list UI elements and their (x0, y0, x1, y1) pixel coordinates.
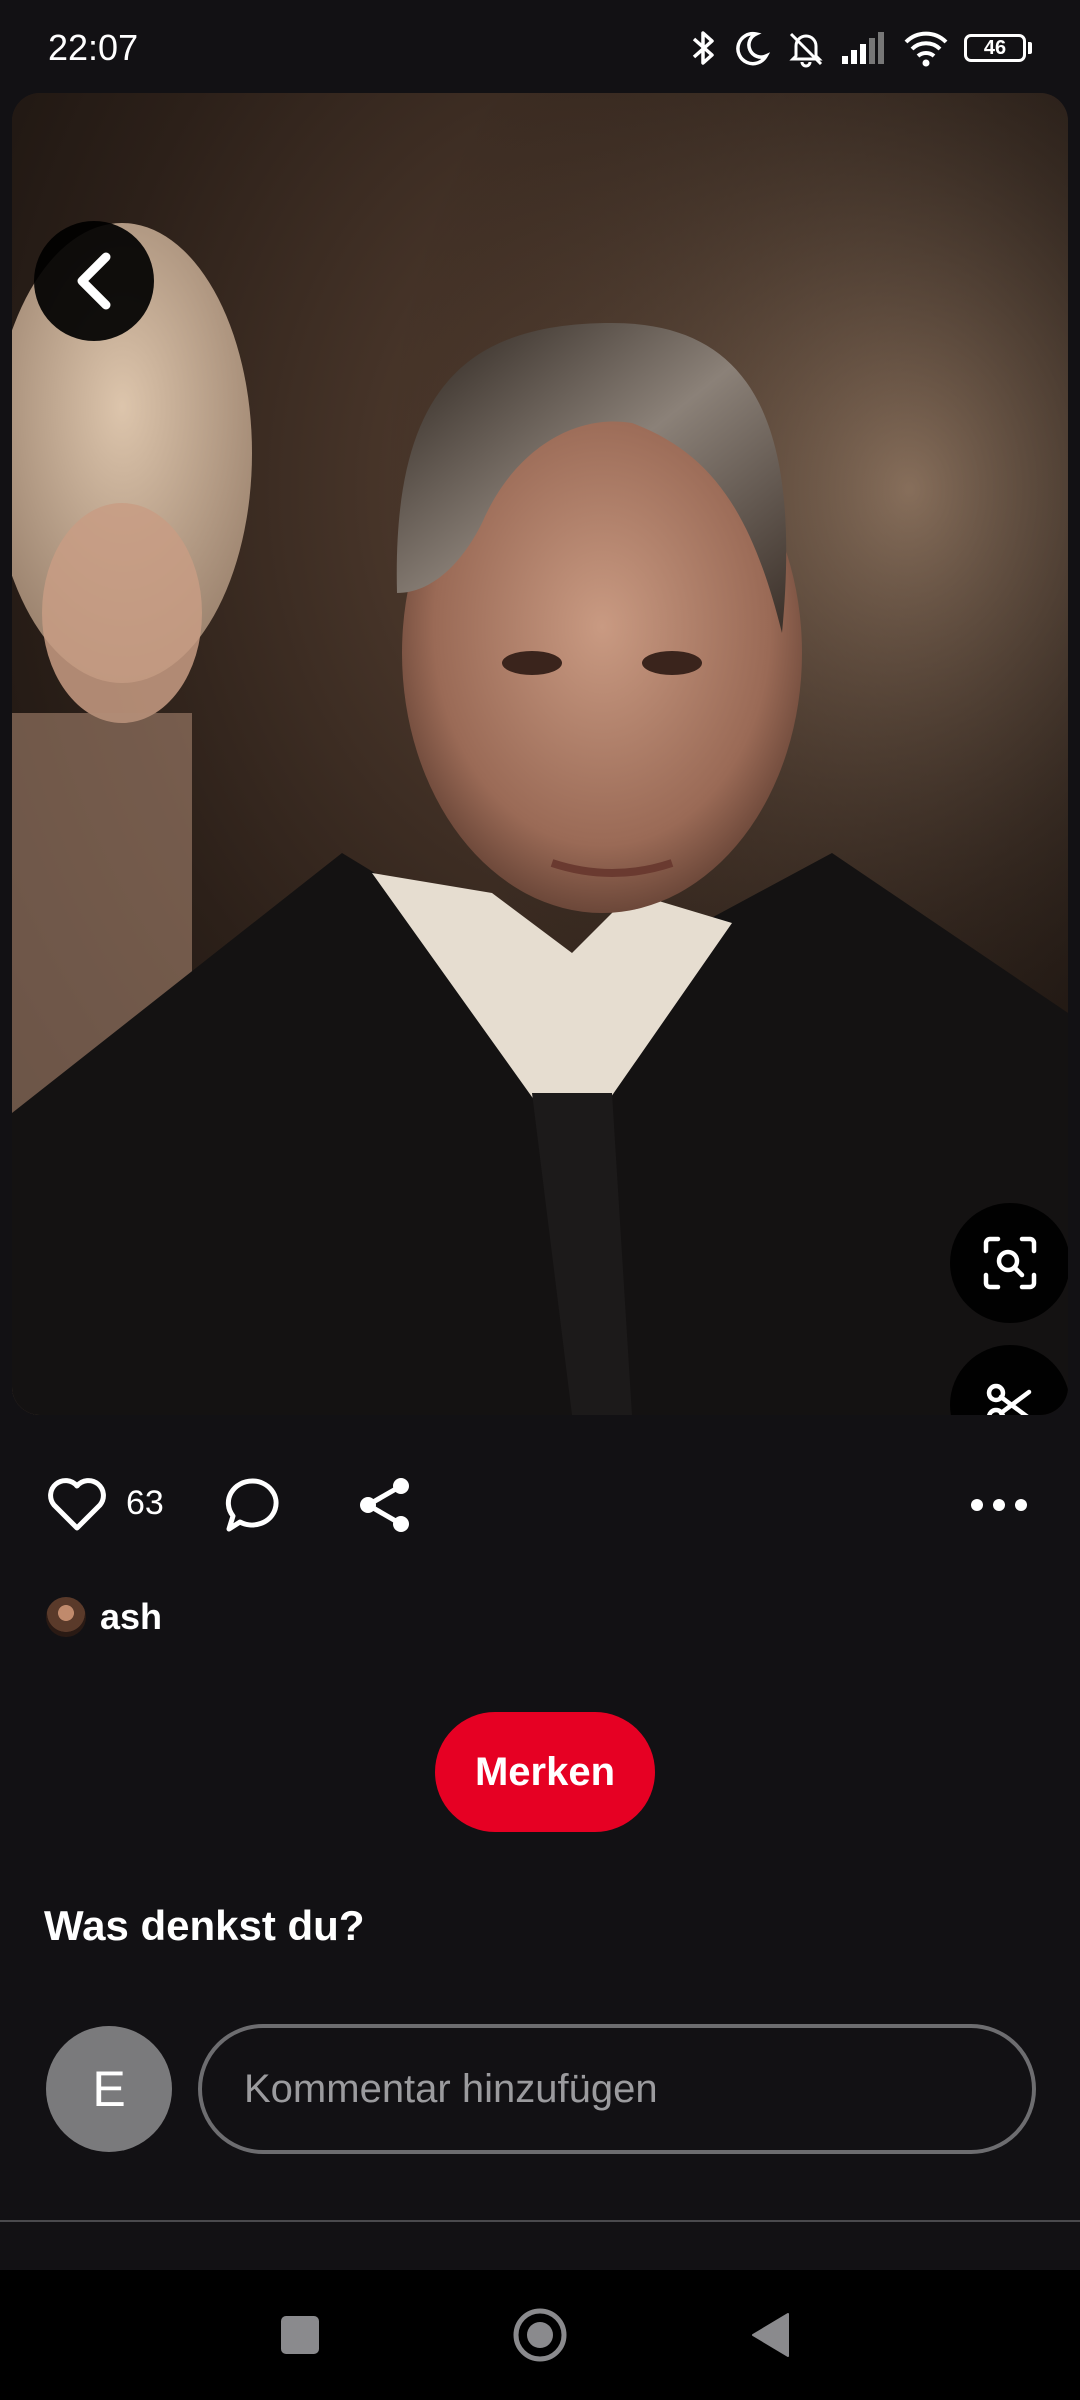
like-button[interactable] (44, 1460, 110, 1550)
author-name: ash (100, 1596, 163, 1637)
bluetooth-icon (692, 31, 714, 65)
portrait-image (12, 93, 1068, 1415)
comment-input-field[interactable] (198, 2024, 1036, 2154)
speech-bubble-icon (225, 1478, 279, 1532)
back-button[interactable] (34, 221, 154, 341)
visual-search-button[interactable] (950, 1203, 1068, 1323)
triangle-back-icon (752, 2313, 789, 2357)
comment-input[interactable] (242, 2065, 1006, 2113)
scissors-icon (986, 1383, 1032, 1415)
more-options-button[interactable] (960, 1460, 1038, 1550)
square-icon (281, 2316, 319, 2354)
heart-icon (48, 1478, 106, 1531)
share-icon (360, 1478, 409, 1532)
like-count: 63 (126, 1484, 164, 1522)
home-circle-icon (513, 2308, 567, 2362)
lens-search-icon (983, 1236, 1037, 1290)
share-button[interactable] (352, 1460, 418, 1550)
save-button[interactable]: Merken (435, 1712, 655, 1832)
author-avatar (46, 1597, 86, 1637)
divider (0, 2220, 1080, 2222)
comment-button[interactable] (220, 1460, 286, 1550)
system-back-button[interactable] (730, 2270, 810, 2400)
wifi-icon (904, 31, 948, 67)
system-navigation-bar (0, 2270, 1080, 2400)
signal-icon (842, 32, 884, 64)
recents-button[interactable] (260, 2270, 340, 2400)
status-bar: 22:07 46 (0, 0, 1080, 96)
home-button[interactable] (495, 2270, 585, 2400)
more-dots-icon (971, 1499, 1027, 1511)
battery-icon: 46 (964, 34, 1032, 62)
bell-off-icon (789, 32, 823, 68)
status-icons: 46 (690, 28, 1032, 68)
pin-image[interactable] (12, 93, 1068, 1415)
moon-icon (736, 31, 771, 66)
battery-level: 46 (964, 34, 1026, 62)
avatar[interactable]: E (46, 2026, 172, 2152)
pin-actions: 63 (0, 1460, 1080, 1550)
comments-heading: Was denkst du? (44, 1902, 365, 1949)
screen: 22:07 46 63 ash Merken Was denkst du? E … (0, 0, 1080, 2400)
chevron-left-icon (77, 252, 111, 310)
author-link[interactable]: ash (46, 1596, 162, 1638)
status-time: 22:07 (48, 27, 139, 68)
